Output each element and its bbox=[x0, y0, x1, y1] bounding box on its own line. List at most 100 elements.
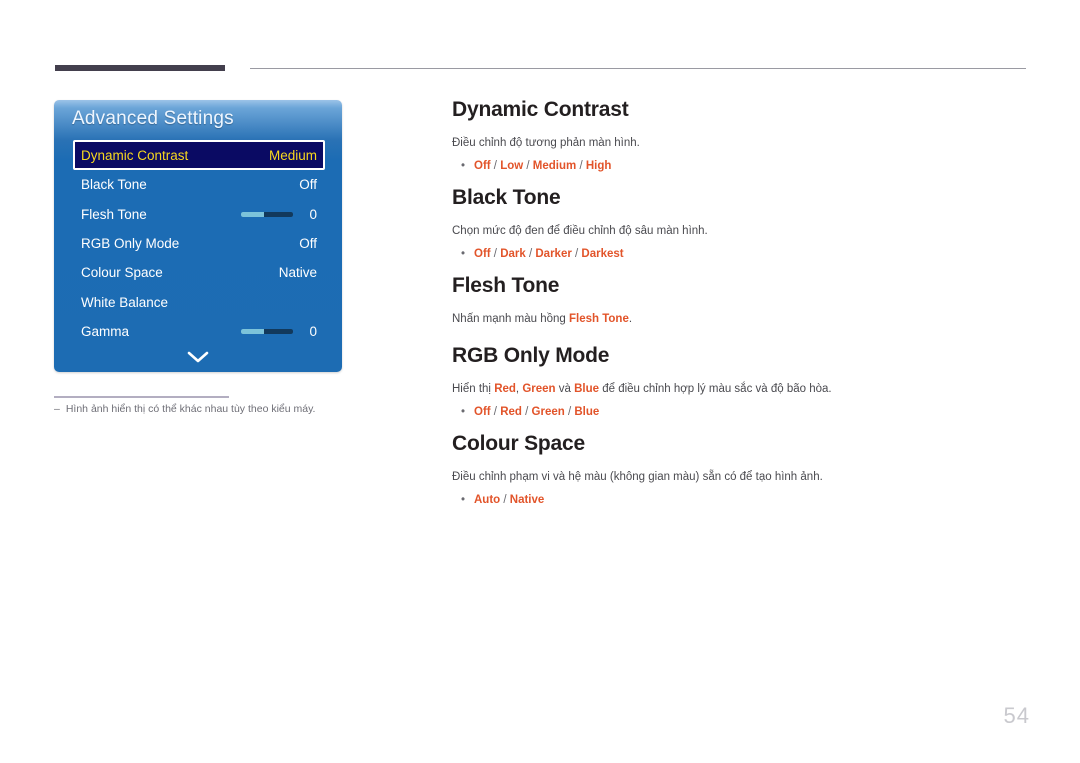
option-value: Darker bbox=[535, 248, 572, 261]
osd-panel-title: Advanced Settings bbox=[72, 108, 234, 129]
description-highlight: Green bbox=[522, 383, 556, 395]
osd-menu-item-label: Gamma bbox=[81, 324, 130, 340]
option-separator: / bbox=[525, 248, 536, 261]
note-dash: ‒ bbox=[54, 403, 60, 415]
description-highlight: Red bbox=[494, 383, 516, 395]
osd-menu-item-label: Colour Space bbox=[81, 265, 163, 281]
osd-menu-item-label: Dynamic Contrast bbox=[81, 147, 189, 163]
option-value: High bbox=[585, 160, 612, 173]
option-values: Off / Low / Medium / High bbox=[474, 158, 611, 175]
osd-menu-item-label: Flesh Tone bbox=[81, 206, 147, 222]
option-separator: / bbox=[490, 160, 501, 173]
description-text: và bbox=[555, 383, 575, 395]
osd-menu-item[interactable]: Colour Space Native bbox=[73, 258, 325, 287]
note-text: ‒ Hình ảnh hiển thị có thể khác nhau tùy … bbox=[54, 403, 315, 415]
description-text: để điều chỉnh hợp lý màu sắc và độ bão h… bbox=[599, 383, 832, 395]
osd-slider-track bbox=[264, 329, 293, 335]
osd-menu-item-label: RGB Only Mode bbox=[81, 235, 180, 251]
option-value: Medium bbox=[532, 160, 577, 173]
option-list-row: • Off / Red / Green / Blue bbox=[452, 404, 832, 421]
bullet-icon: • bbox=[461, 406, 466, 419]
section-heading: Black Tone bbox=[452, 186, 561, 209]
option-separator: / bbox=[523, 160, 533, 173]
content-section: Flesh Tone Nhấn mạnh màu hồng Flesh Tone. bbox=[452, 274, 632, 328]
osd-menu-item[interactable]: White Balance bbox=[73, 288, 325, 317]
header-rule-thick bbox=[55, 65, 225, 71]
osd-menu-item-value: Off bbox=[299, 177, 317, 193]
option-list-row: • Off / Dark / Darker / Darkest bbox=[452, 246, 708, 263]
bullet-icon: • bbox=[461, 248, 466, 261]
bullet-icon: • bbox=[461, 494, 466, 507]
option-value: Off bbox=[474, 406, 491, 419]
option-separator: / bbox=[490, 248, 501, 261]
content-section: RGB Only Mode Hiển thị Red, Green và Blue… bbox=[452, 344, 832, 422]
option-value: Native bbox=[509, 494, 545, 507]
option-value: Dark bbox=[500, 248, 526, 261]
osd-slider[interactable] bbox=[241, 211, 293, 217]
section-heading: Flesh Tone bbox=[452, 274, 560, 297]
section-description: Chọn mức độ đen để điều chỉnh độ sâu màn… bbox=[452, 225, 708, 237]
osd-menu-item[interactable]: Dynamic Contrast Medium bbox=[73, 140, 325, 170]
note-divider bbox=[54, 396, 229, 398]
osd-slider-fill bbox=[241, 211, 265, 217]
section-heading: Dynamic Contrast bbox=[452, 98, 629, 121]
section-description: Điều chỉnh độ tương phản màn hình. bbox=[452, 137, 640, 149]
osd-menu-item[interactable]: RGB Only Mode Off bbox=[73, 229, 325, 258]
section-description: Điều chỉnh phạm vi và hệ màu (không gian… bbox=[452, 471, 823, 483]
osd-menu-item-label: White Balance bbox=[81, 294, 169, 310]
section-description: Nhấn mạnh màu hồng Flesh Tone. bbox=[452, 311, 632, 328]
section-heading: Colour Space bbox=[452, 432, 585, 455]
option-values: Auto / Native bbox=[474, 492, 544, 509]
osd-menu-item-value: 0 bbox=[309, 324, 317, 340]
osd-menu-item-value: Native bbox=[278, 265, 317, 281]
description-highlight: Blue bbox=[574, 383, 600, 395]
option-separator: / bbox=[571, 248, 582, 261]
osd-menu-item-value: 0 bbox=[309, 206, 317, 222]
content-section: Black Tone Chọn mức độ đen để điều chỉnh … bbox=[452, 186, 708, 264]
osd-slider-fill bbox=[241, 329, 265, 335]
osd-slider[interactable] bbox=[241, 329, 293, 335]
header-rule-thin bbox=[250, 68, 1026, 69]
option-separator: / bbox=[576, 160, 586, 173]
option-separator: / bbox=[564, 406, 575, 419]
osd-menu-item[interactable]: Black Tone Off bbox=[73, 170, 325, 199]
description-text: Hiển thị bbox=[452, 383, 495, 395]
option-list-row: • Auto / Native bbox=[452, 492, 823, 509]
option-value: Darkest bbox=[581, 248, 624, 261]
option-value: Low bbox=[500, 160, 524, 173]
option-list-row: • Off / Low / Medium / High bbox=[452, 158, 640, 175]
section-description: Hiển thị Red, Green và Blue để điều chỉn… bbox=[452, 381, 832, 398]
option-value: Blue bbox=[574, 406, 600, 419]
option-values: Off / Red / Green / Blue bbox=[474, 404, 599, 421]
option-value: Auto bbox=[474, 494, 501, 507]
osd-slider-track bbox=[264, 211, 293, 217]
description-highlight: Flesh Tone bbox=[569, 313, 629, 325]
option-separator: / bbox=[521, 406, 532, 419]
option-separator: / bbox=[500, 494, 510, 507]
option-value: Off bbox=[474, 160, 491, 173]
osd-advanced-settings-panel: Advanced Settings Dynamic Contrast Medium… bbox=[54, 100, 342, 372]
option-values: Off / Dark / Darker / Darkest bbox=[474, 246, 624, 263]
bullet-icon: • bbox=[461, 160, 466, 173]
osd-menu-item-value: Off bbox=[299, 235, 317, 251]
osd-menu-item[interactable]: Gamma 0 bbox=[73, 317, 325, 346]
content-section: Dynamic Contrast Điều chỉnh độ tương phản… bbox=[452, 98, 640, 176]
osd-menu-item-label: Black Tone bbox=[81, 177, 147, 193]
option-value: Off bbox=[474, 248, 491, 261]
option-value: Red bbox=[500, 406, 522, 419]
note-label: Hình ảnh hiển thị có thể khác nhau tùy t… bbox=[65, 403, 316, 415]
chevron-down-icon[interactable] bbox=[54, 351, 342, 364]
osd-menu-list: Dynamic Contrast Medium Black Tone Off Flesh… bbox=[73, 140, 325, 346]
option-value: Green bbox=[531, 406, 565, 419]
page-number: 54 bbox=[1003, 703, 1030, 728]
osd-menu-item-value: Medium bbox=[268, 147, 317, 163]
section-heading: RGB Only Mode bbox=[452, 344, 610, 367]
description-text: Nhấn mạnh màu hồng bbox=[452, 313, 569, 325]
osd-menu-item[interactable]: Flesh Tone 0 bbox=[73, 199, 325, 228]
option-separator: / bbox=[490, 406, 501, 419]
